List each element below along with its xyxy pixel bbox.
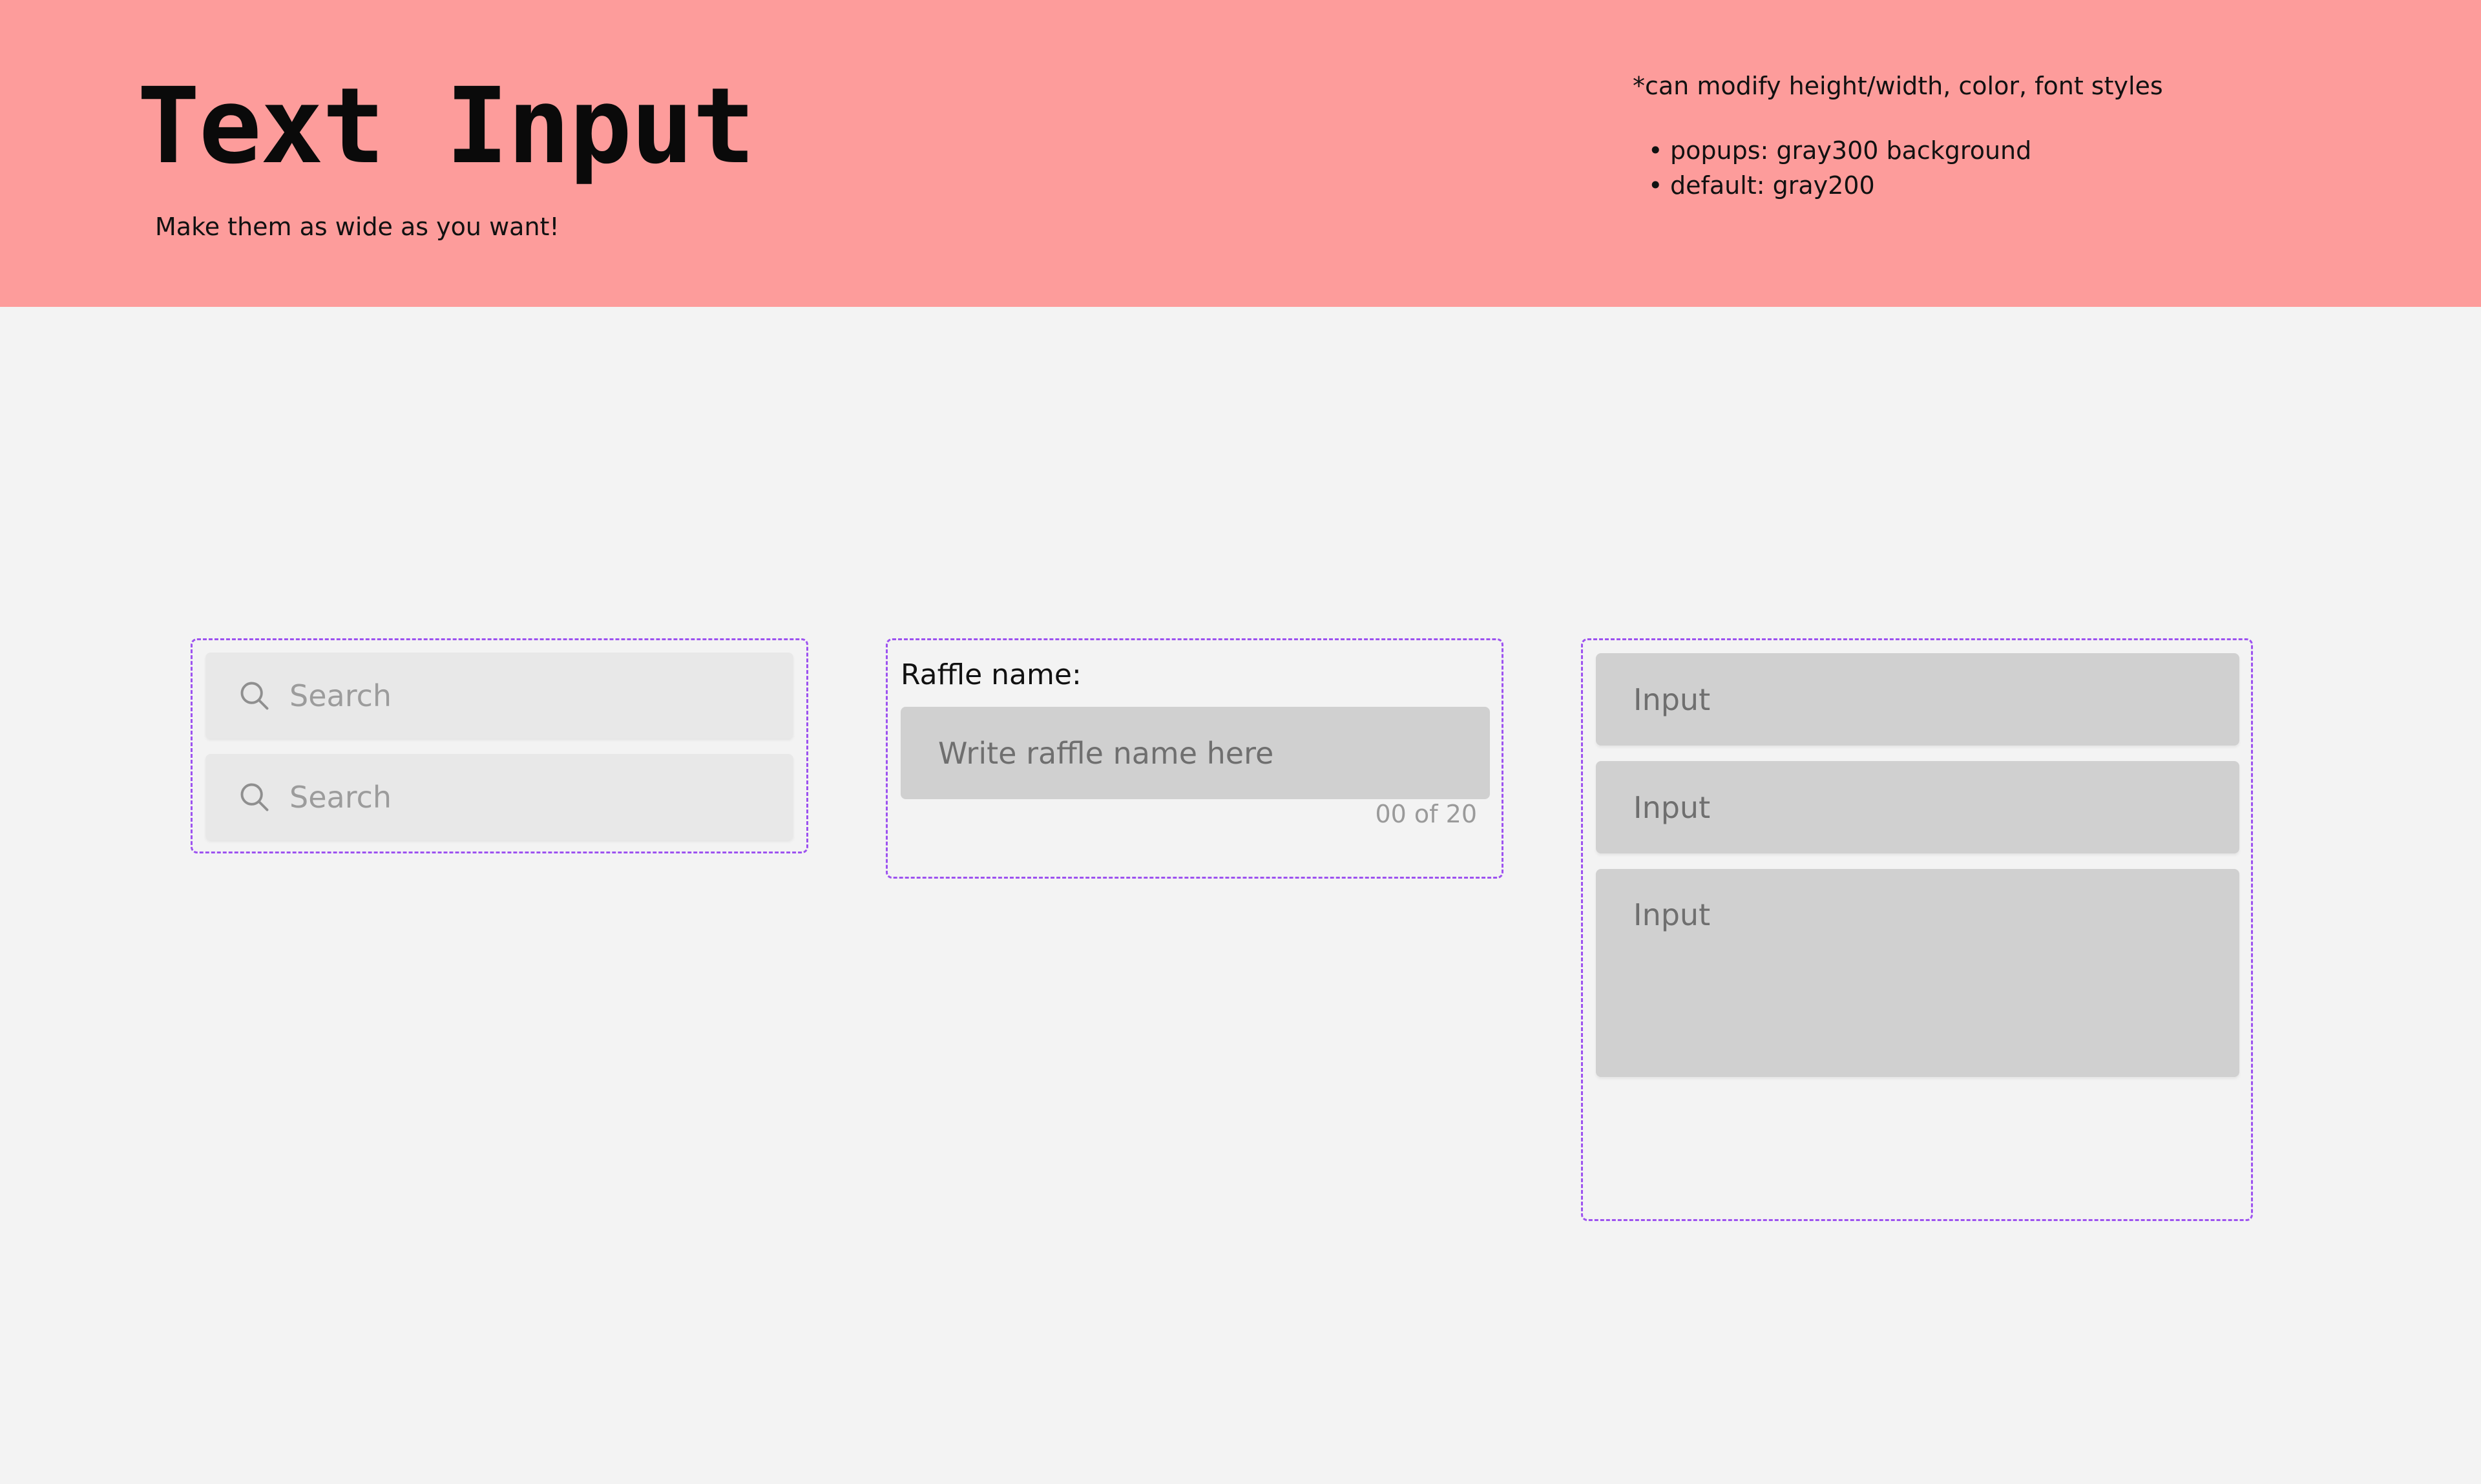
raffle-input-group: Raffle name: Write raffle name here 00 o… [886, 638, 1503, 879]
search-input[interactable]: Search [205, 653, 793, 738]
input-placeholder: Input [1633, 789, 1711, 825]
bullet: • [1648, 136, 1663, 165]
search-icon [240, 783, 269, 811]
page-subtitle: Make them as wide as you want! [155, 213, 560, 241]
notes-item: • popups: gray300 background [1633, 133, 2343, 168]
raffle-name-placeholder: Write raffle name here [938, 735, 1274, 771]
text-input[interactable]: Input [1596, 761, 2239, 853]
search-icon [240, 682, 269, 709]
search-placeholder: Search [289, 678, 392, 713]
header-banner: Text Input Make them as wide as you want… [0, 0, 2481, 307]
page-title: Text Input [137, 66, 755, 187]
notes-item-text: popups: gray300 background [1670, 136, 2032, 165]
text-input[interactable]: Input [1596, 653, 2239, 746]
notes-item: • default: gray200 [1633, 168, 2343, 203]
plain-input-group: Input Input Input [1581, 638, 2253, 1221]
search-placeholder: Search [289, 779, 392, 815]
style-notes: *can modify height/width, color, font st… [1633, 68, 2343, 203]
character-counter: 00 of 20 [1375, 800, 1478, 828]
text-area[interactable]: Input [1596, 869, 2239, 1077]
input-placeholder: Input [1633, 682, 1711, 717]
search-input-group: Search Search [191, 638, 808, 853]
input-placeholder: Input [1633, 897, 1711, 932]
bullet: • [1648, 171, 1663, 200]
search-input[interactable]: Search [205, 754, 793, 840]
notes-title: *can modify height/width, color, font st… [1633, 72, 2163, 100]
raffle-name-input[interactable]: Write raffle name here [901, 707, 1490, 799]
notes-item-text: default: gray200 [1670, 171, 1875, 200]
raffle-name-label: Raffle name: [901, 658, 1082, 691]
notes-list: • popups: gray300 background • default: … [1633, 133, 2343, 203]
